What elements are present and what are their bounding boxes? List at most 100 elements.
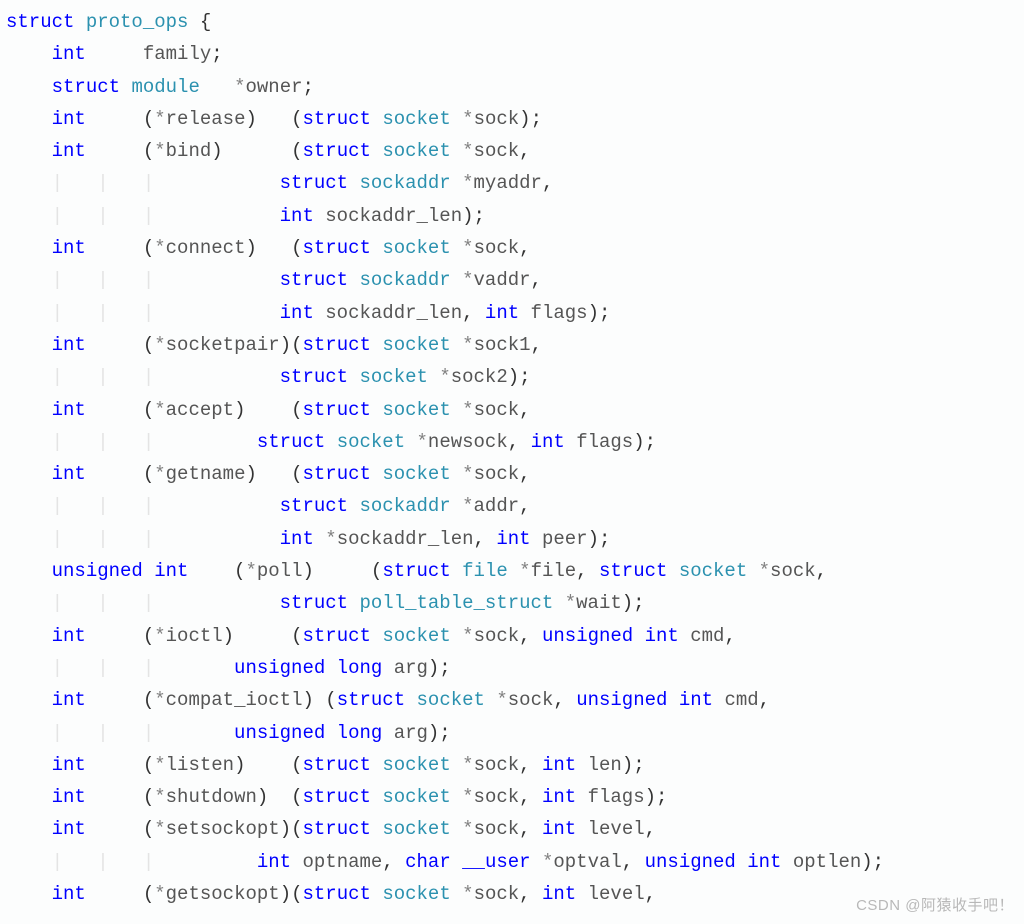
field-poll: poll — [257, 560, 303, 582]
type-socket: socket — [417, 689, 485, 711]
param-newsock: newsock — [428, 431, 508, 453]
param-sock: sock — [474, 818, 520, 840]
kw-int: int — [154, 560, 188, 582]
kw-int: int — [52, 463, 86, 485]
type-socket: socket — [382, 754, 450, 776]
param-sock2: sock2 — [451, 366, 508, 388]
kw-struct: struct — [599, 560, 667, 582]
line: | | | struct socket *sock2); — [6, 366, 531, 388]
param-level: level — [588, 818, 645, 840]
kw-unsigned: unsigned — [234, 722, 325, 744]
param-sockaddr_len: sockaddr_len — [325, 205, 462, 227]
kw-int: int — [531, 431, 565, 453]
kw-int: int — [52, 334, 86, 356]
kw-struct: struct — [6, 11, 74, 33]
type-socket: socket — [382, 399, 450, 421]
watermark: CSDN @阿猿收手吧！ — [856, 893, 1014, 919]
field-setsockopt: setsockopt — [166, 818, 280, 840]
field-ioctl: ioctl — [166, 625, 223, 647]
field-owner: owner — [245, 76, 302, 98]
kw-unsigned: unsigned — [576, 689, 667, 711]
kw-unsigned: unsigned — [234, 657, 325, 679]
field-connect: connect — [166, 237, 246, 259]
line: int (*accept) (struct socket *sock, — [6, 399, 531, 421]
kw-int: int — [542, 818, 576, 840]
kw-int: int — [52, 43, 86, 65]
kw-long: long — [337, 657, 383, 679]
param-sock: sock — [770, 560, 816, 582]
param-sock: sock — [474, 625, 520, 647]
param-sockaddr_len: sockaddr_len — [337, 528, 474, 550]
indent-guide: | | | — [52, 302, 189, 324]
type-proto_ops: proto_ops — [86, 11, 189, 33]
kw-struct: struct — [280, 269, 348, 291]
kw-long: long — [337, 722, 383, 744]
field-listen: listen — [166, 754, 234, 776]
param-cmd: cmd — [690, 625, 724, 647]
type-socket: socket — [337, 431, 405, 453]
kw-struct: struct — [303, 399, 371, 421]
kw-int: int — [645, 625, 679, 647]
param-sock: sock — [508, 689, 554, 711]
param-sock: sock — [474, 883, 520, 905]
line: int (*bind) (struct socket *sock, — [6, 140, 531, 162]
indent-guide: | | | — [52, 495, 189, 517]
kw-int: int — [280, 302, 314, 324]
indent-guide: | | | — [52, 592, 189, 614]
kw-struct: struct — [280, 172, 348, 194]
param-vaddr: vaddr — [474, 269, 531, 291]
type-socket: socket — [382, 625, 450, 647]
kw-struct: struct — [303, 883, 371, 905]
field-family: family — [143, 43, 211, 65]
kw-struct: struct — [303, 108, 371, 130]
param-len: len — [588, 754, 622, 776]
kw-struct: struct — [303, 754, 371, 776]
field-compat_ioctl: compat_ioctl — [166, 689, 303, 711]
kw-int: int — [52, 883, 86, 905]
kw-int: int — [52, 108, 86, 130]
kw-struct: struct — [302, 786, 370, 808]
param-addr: addr — [474, 495, 520, 517]
kw-struct: struct — [280, 592, 348, 614]
line: int (*connect) (struct socket *sock, — [6, 237, 531, 259]
indent-guide: | | | — [52, 269, 189, 291]
type-file: file — [462, 560, 508, 582]
param-sock: sock — [474, 108, 520, 130]
kw-int: int — [257, 851, 291, 873]
kw-unsigned: unsigned — [542, 625, 633, 647]
line: struct module *owner; — [6, 76, 314, 98]
line: | | | struct poll_table_struct *wait); — [6, 592, 645, 614]
param-cmd: cmd — [724, 689, 758, 711]
param-myaddr: myaddr — [474, 172, 542, 194]
type-sockaddr: sockaddr — [359, 172, 450, 194]
kw-struct: struct — [337, 689, 405, 711]
param-arg: arg — [394, 657, 428, 679]
param-optval: optval — [553, 851, 621, 873]
param-sock: sock — [474, 399, 520, 421]
kw-struct: struct — [280, 366, 348, 388]
kw-int: int — [52, 786, 86, 808]
kw-struct: struct — [303, 334, 371, 356]
kw-unsigned: unsigned — [645, 851, 736, 873]
type-sockaddr: sockaddr — [359, 495, 450, 517]
line: | | | int optname, char __user *optval, … — [6, 851, 884, 873]
line: int (*socketpair)(struct socket *sock1, — [6, 334, 542, 356]
kw-struct: struct — [382, 560, 450, 582]
type-socket: socket — [382, 237, 450, 259]
kw-struct: struct — [303, 237, 371, 259]
line: | | | unsigned long arg); — [6, 722, 451, 744]
kw-user: __user — [462, 851, 530, 873]
param-sock: sock — [474, 786, 520, 808]
line: int family; — [6, 43, 223, 65]
param-flags: flags — [531, 302, 588, 324]
kw-char: char — [405, 851, 451, 873]
indent-guide: | | | — [52, 657, 189, 679]
kw-int: int — [485, 302, 519, 324]
kw-int: int — [52, 237, 86, 259]
line: int (*getsockopt)(struct socket *sock, i… — [6, 883, 656, 905]
indent-guide: | | | — [52, 528, 189, 550]
kw-int: int — [52, 818, 86, 840]
line: | | | struct sockaddr *vaddr, — [6, 269, 542, 291]
line: int (*setsockopt)(struct socket *sock, i… — [6, 818, 656, 840]
kw-int: int — [280, 528, 314, 550]
